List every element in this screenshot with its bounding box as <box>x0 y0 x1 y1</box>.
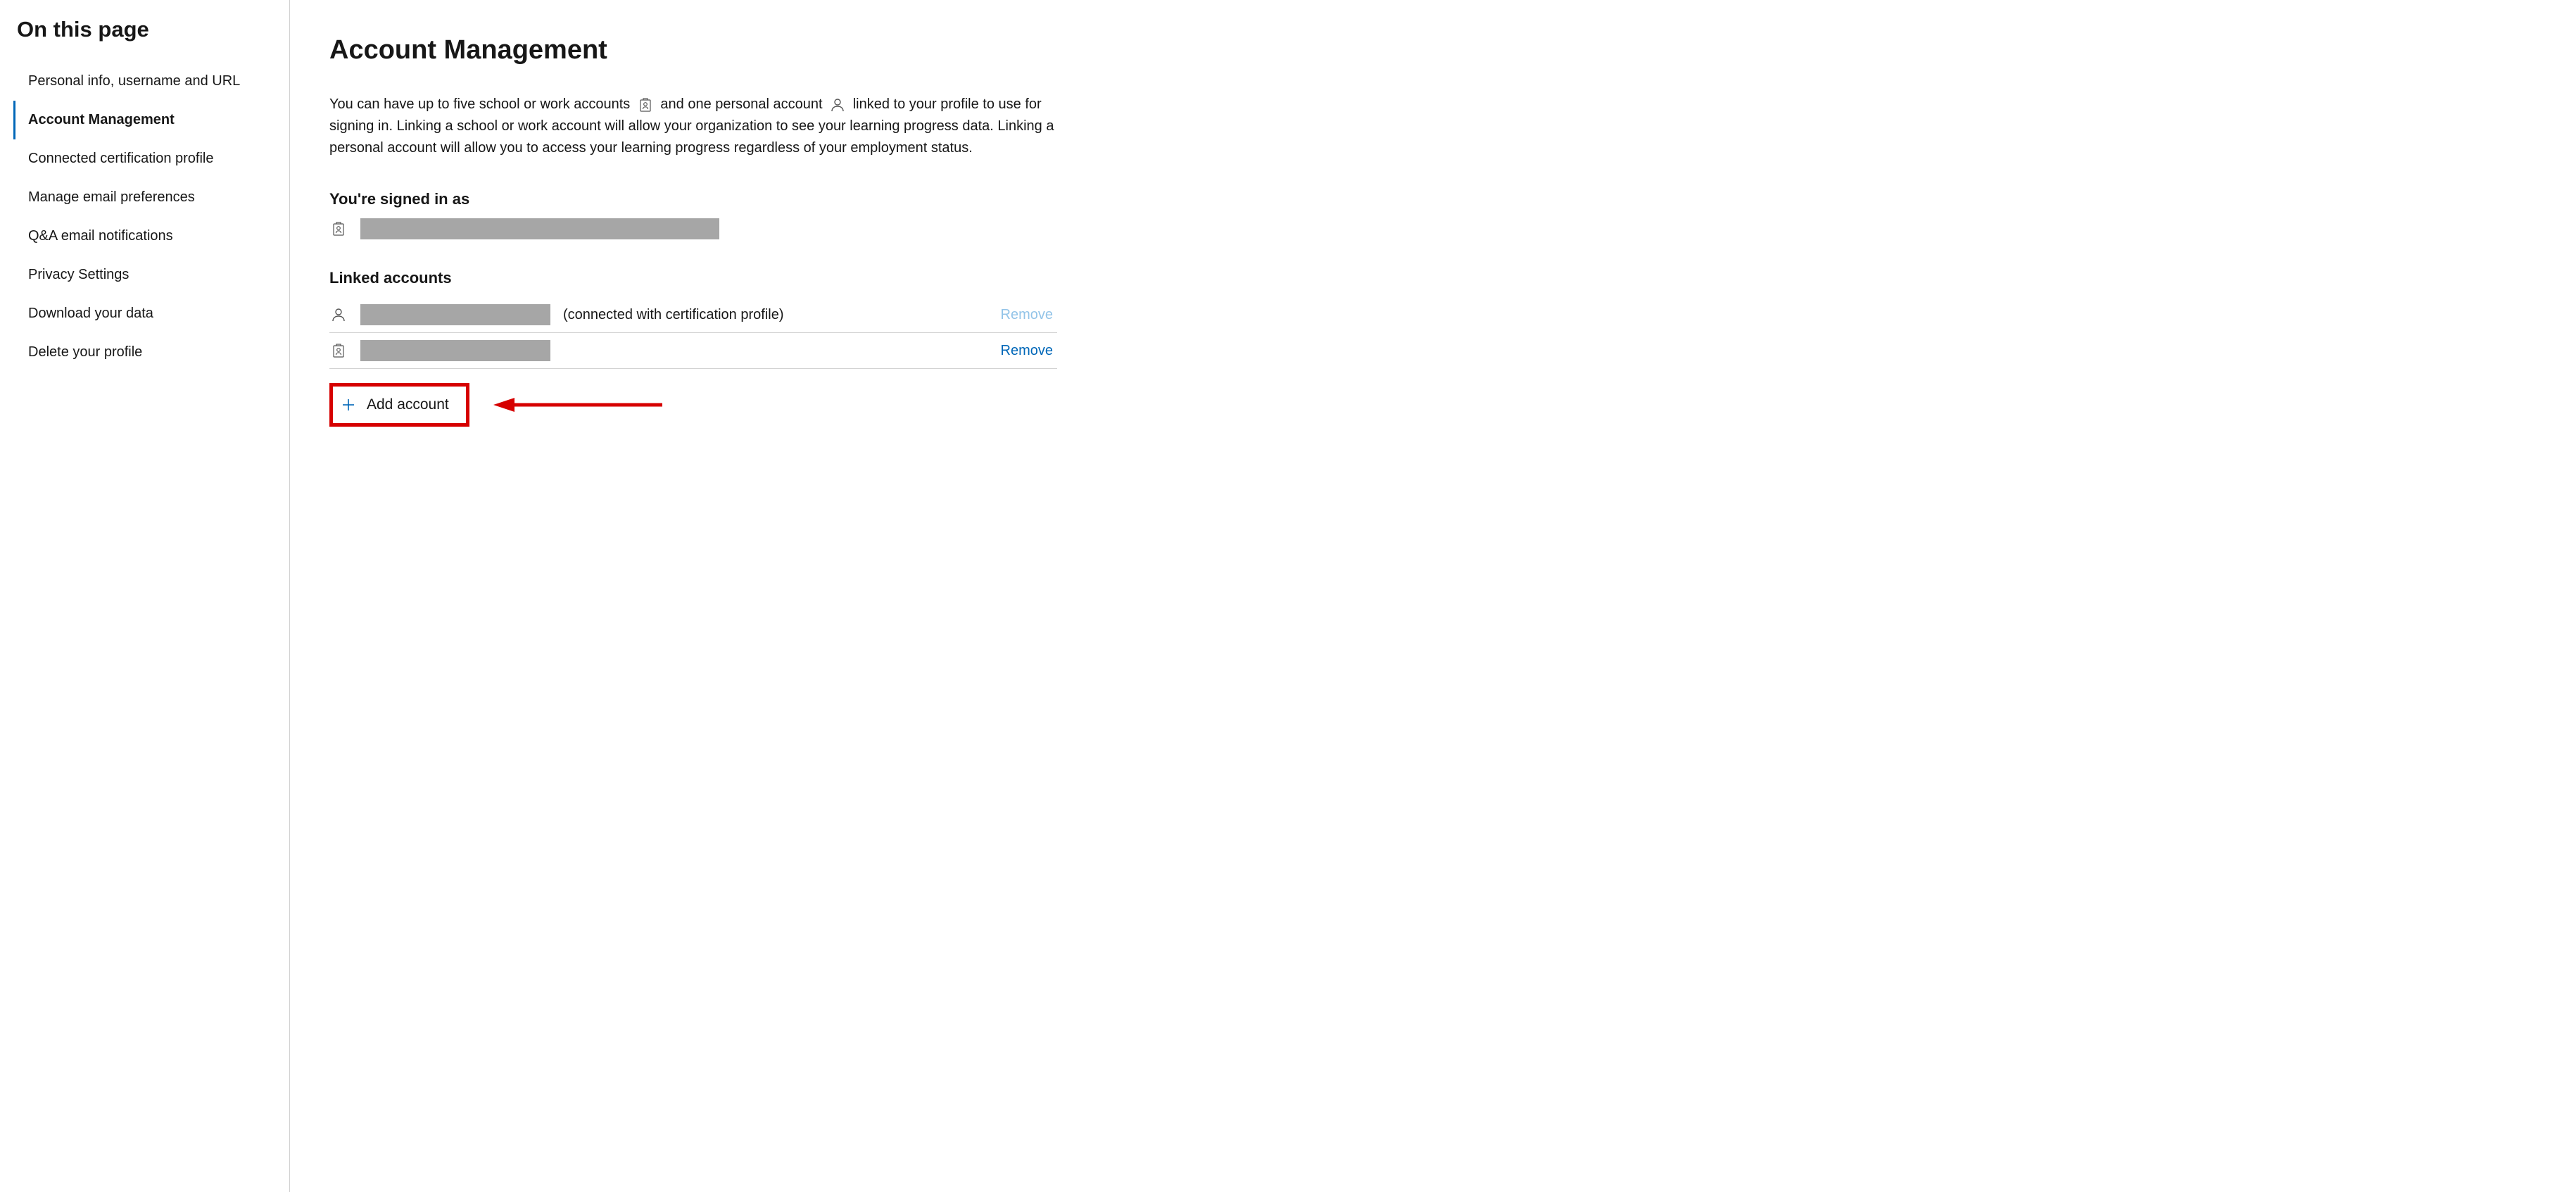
linked-account-redacted <box>360 340 550 361</box>
sidebar-item-download-data[interactable]: Download your data <box>13 294 289 333</box>
linked-account-row: Remove <box>329 333 1057 369</box>
add-account-button[interactable]: Add account <box>333 387 466 423</box>
sidebar-item-privacy-settings[interactable]: Privacy Settings <box>13 256 289 294</box>
desc-part2: and one personal account <box>660 96 822 112</box>
desc-part1: You can have up to five school or work a… <box>329 96 630 112</box>
linked-account-note: (connected with certification profile) <box>563 307 988 323</box>
account-description: You can have up to five school or work a… <box>329 94 1057 159</box>
add-account-callout: Add account <box>329 383 662 427</box>
signed-in-account-redacted <box>360 218 719 239</box>
linked-account-row: (connected with certification profile) R… <box>329 297 1057 333</box>
badge-icon <box>637 96 654 113</box>
sidebar-item-personal-info[interactable]: Personal info, username and URL <box>13 62 289 101</box>
remove-account-link[interactable]: Remove <box>1001 307 1057 323</box>
sidebar-item-certification-profile[interactable]: Connected certification profile <box>13 139 289 178</box>
remove-account-link[interactable]: Remove <box>1001 343 1057 359</box>
sidebar-title: On this page <box>15 17 289 42</box>
signed-in-row <box>329 218 1057 239</box>
sidebar-item-account-management[interactable]: Account Management <box>13 101 289 139</box>
sidebar-item-email-preferences[interactable]: Manage email preferences <box>13 178 289 217</box>
callout-arrow-icon <box>493 383 662 427</box>
callout-highlight-box: Add account <box>329 383 469 427</box>
add-account-label: Add account <box>367 396 449 413</box>
linked-account-redacted <box>360 304 550 325</box>
page-title: Account Management <box>329 35 1057 65</box>
plus-icon <box>340 396 357 413</box>
sidebar-item-qa-notifications[interactable]: Q&A email notifications <box>13 217 289 256</box>
linked-accounts-heading: Linked accounts <box>329 269 1057 287</box>
badge-icon <box>329 342 348 359</box>
badge-icon <box>329 220 348 237</box>
sidebar: On this page Personal info, username and… <box>0 0 290 1192</box>
person-icon <box>329 306 348 323</box>
linked-accounts-list: (connected with certification profile) R… <box>329 297 1057 369</box>
main-content: Account Management You can have up to fi… <box>290 0 1099 1192</box>
signed-in-heading: You're signed in as <box>329 190 1057 208</box>
person-icon <box>829 96 846 113</box>
sidebar-item-delete-profile[interactable]: Delete your profile <box>13 333 289 372</box>
